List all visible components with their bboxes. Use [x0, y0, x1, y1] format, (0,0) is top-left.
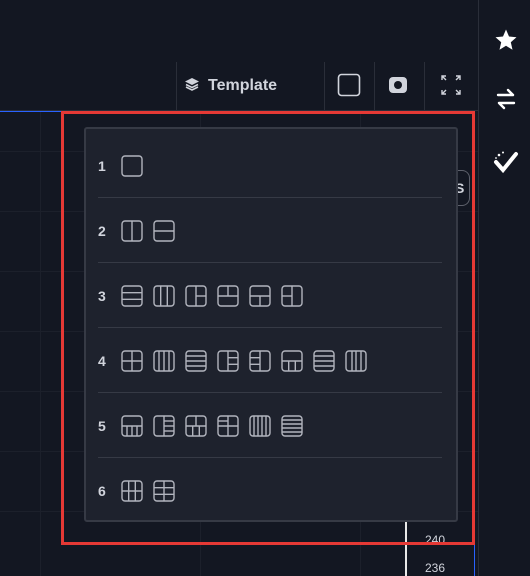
layout-4-rows-icon[interactable] — [184, 349, 208, 373]
layout-select-button[interactable] — [336, 73, 362, 102]
price-axis-label: 240 — [425, 533, 446, 547]
row-divider — [98, 327, 442, 328]
template-label: Template — [208, 77, 278, 94]
toolbar-divider — [176, 62, 177, 110]
layout-5-grid-cross-icon[interactable] — [216, 414, 240, 438]
layout-6-grid-3x2-icon[interactable] — [120, 479, 144, 503]
compare-button[interactable] — [491, 86, 521, 116]
fullscreen-button[interactable] — [438, 74, 464, 100]
magic-check-icon — [493, 149, 519, 180]
layout-row-count: 6 — [98, 483, 106, 499]
layout-single-icon[interactable] — [120, 154, 144, 178]
layout-icons — [120, 154, 144, 178]
row-divider — [98, 392, 442, 393]
layout-4-grid-icon[interactable] — [120, 349, 144, 373]
layers-icon — [184, 76, 200, 97]
layout-4-right-big-icon[interactable] — [248, 349, 272, 373]
layout-row-4: 4 — [98, 329, 442, 393]
row-divider — [98, 262, 442, 263]
grid-line — [40, 111, 41, 576]
chart-toolbar: Template — [0, 62, 478, 111]
star-icon — [494, 28, 518, 57]
snapshot-button[interactable] — [385, 74, 411, 100]
template-button[interactable]: Template — [184, 70, 277, 102]
swap-arrows-icon — [494, 87, 518, 116]
watchlist-button[interactable] — [491, 27, 521, 57]
top-bar — [0, 0, 478, 63]
layout-popup: 1 2 3 4 5 6 — [84, 127, 458, 522]
layout-4-cols-right-icon[interactable] — [344, 349, 368, 373]
layout-3-right-big-icon[interactable] — [280, 284, 304, 308]
layout-4-middle-rows-icon[interactable] — [312, 349, 336, 373]
accent-line — [474, 545, 475, 576]
square-icon — [337, 73, 361, 102]
layout-row-2: 2 — [98, 199, 442, 263]
layout-3-top-big-icon[interactable] — [216, 284, 240, 308]
layout-row-count: 4 — [98, 353, 106, 369]
expand-icon — [440, 74, 462, 101]
layout-row-count: 5 — [98, 418, 106, 434]
layout-3-left-big-icon[interactable] — [184, 284, 208, 308]
layout-row-count: 2 — [98, 223, 106, 239]
layout-icons — [120, 479, 176, 503]
layout-6-grid-2x3-icon[interactable] — [152, 479, 176, 503]
layout-5-left-big-icon[interactable] — [152, 414, 176, 438]
layout-5-bottom-big-icon[interactable] — [120, 414, 144, 438]
layout-row-6: 6 — [98, 459, 442, 523]
price-axis-label: 236 — [425, 561, 446, 575]
layout-icons — [120, 219, 176, 243]
toolbar-divider — [424, 62, 425, 110]
crosshair-line — [405, 520, 407, 576]
layout-3-rows-icon[interactable] — [120, 284, 144, 308]
layout-row-1: 1 — [98, 134, 442, 198]
row-divider — [98, 197, 442, 198]
right-sidebar — [478, 0, 530, 576]
layout-row-3: 3 — [98, 264, 442, 328]
row-divider — [98, 457, 442, 458]
layout-5-columns-icon[interactable] — [248, 414, 272, 438]
layout-5-top-two-icon[interactable] — [184, 414, 208, 438]
layout-row-count: 1 — [98, 158, 106, 174]
layout-2-horizontal-icon[interactable] — [152, 219, 176, 243]
layout-row-5: 5 — [98, 394, 442, 458]
layout-4-bottom-big-icon[interactable] — [280, 349, 304, 373]
layout-2-vertical-icon[interactable] — [120, 219, 144, 243]
layout-row-count: 3 — [98, 288, 106, 304]
layout-3-bottom-big-icon[interactable] — [248, 284, 272, 308]
layout-3-columns-icon[interactable] — [152, 284, 176, 308]
magic-check-button[interactable] — [491, 149, 521, 179]
toolbar-divider — [324, 62, 325, 110]
layout-4-columns-icon[interactable] — [152, 349, 176, 373]
layout-5-rows-icon[interactable] — [280, 414, 304, 438]
accent-line — [0, 111, 62, 112]
layout-icons — [120, 349, 368, 373]
toolbar-divider — [374, 62, 375, 110]
layout-icons — [120, 414, 304, 438]
camera-icon — [387, 74, 409, 101]
layout-icons — [120, 284, 304, 308]
layout-4-left-big-icon[interactable] — [216, 349, 240, 373]
